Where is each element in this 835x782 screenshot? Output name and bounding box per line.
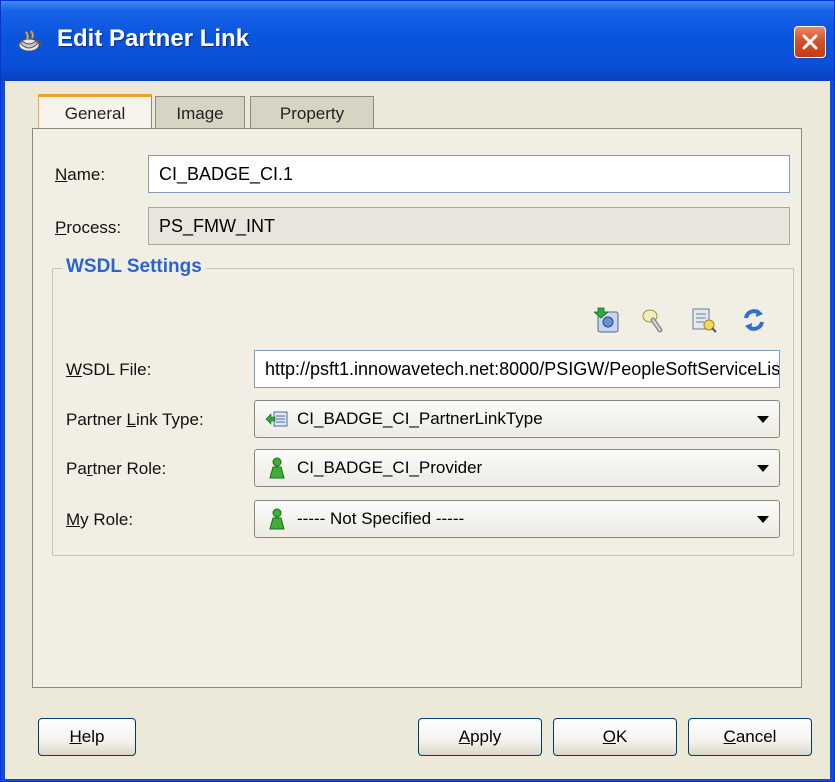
tab-image[interactable]: Image — [155, 96, 245, 130]
wsdl-settings-title: WSDL Settings — [62, 256, 206, 278]
service-explorer-icon[interactable] — [638, 306, 666, 334]
partner-link-type-label: Partner Link Type: — [66, 410, 204, 429]
partner-link-type-icon — [265, 411, 288, 427]
my-role-select[interactable]: ----- Not Specified ----- — [254, 500, 780, 538]
add-wsdl-icon[interactable] — [594, 306, 622, 334]
title-bar[interactable]: Edit Partner Link — [1, 1, 834, 81]
partner-link-type-select[interactable]: CI_BADGE_CI_PartnerLinkType — [254, 400, 780, 438]
close-icon — [802, 34, 818, 50]
wsdl-file-input[interactable]: http://psft1.innowavetech.net:8000/PSIGW… — [254, 350, 780, 388]
name-input[interactable]: CI_BADGE_CI.1 — [148, 155, 790, 193]
process-field: PS_FMW_INT — [148, 207, 790, 245]
ok-button[interactable]: OK — [553, 718, 677, 756]
ok-button-label: OK — [602, 727, 628, 746]
partner-role-label: Partner Role: — [66, 459, 167, 478]
partner-link-browser-icon[interactable] — [690, 306, 718, 334]
apply-button-label: Apply — [458, 727, 502, 746]
chevron-down-icon — [757, 416, 769, 423]
chevron-down-icon — [757, 465, 769, 472]
apply-button[interactable]: Apply — [418, 718, 542, 756]
partner-role-value: CI_BADGE_CI_Provider — [297, 458, 483, 477]
wsdl-file-value: http://psft1.innowavetech.net:8000/PSIGW… — [265, 358, 780, 379]
role-person-icon — [269, 457, 285, 479]
name-value: CI_BADGE_CI.1 — [159, 163, 294, 184]
process-label: Process: — [55, 218, 122, 237]
app-cup-icon — [18, 30, 42, 52]
role-person-icon — [269, 508, 285, 530]
tab-image-label: Image — [176, 103, 224, 123]
partner-link-type-value: CI_BADGE_CI_PartnerLinkType — [297, 409, 543, 428]
my-role-label: My Role: — [66, 510, 134, 529]
tab-general[interactable]: General — [38, 94, 152, 130]
cancel-button-label: Cancel — [723, 727, 777, 746]
help-button[interactable]: Help — [38, 718, 136, 756]
name-label: Name: — [55, 165, 106, 184]
process-value: PS_FMW_INT — [159, 215, 276, 236]
partner-role-select[interactable]: CI_BADGE_CI_Provider — [254, 449, 780, 487]
cancel-button[interactable]: Cancel — [688, 718, 812, 756]
close-button[interactable] — [794, 26, 826, 58]
refresh-icon[interactable] — [740, 306, 768, 334]
tab-general-label: General — [64, 103, 126, 123]
wsdl-file-label: WSDL File: — [66, 360, 152, 379]
tab-property[interactable]: Property — [250, 96, 374, 130]
help-button-label: Help — [69, 727, 105, 746]
my-role-value: ----- Not Specified ----- — [297, 509, 465, 528]
tab-property-label: Property — [279, 103, 345, 123]
chevron-down-icon — [757, 516, 769, 523]
dialog-title: Edit Partner Link — [57, 25, 250, 52]
